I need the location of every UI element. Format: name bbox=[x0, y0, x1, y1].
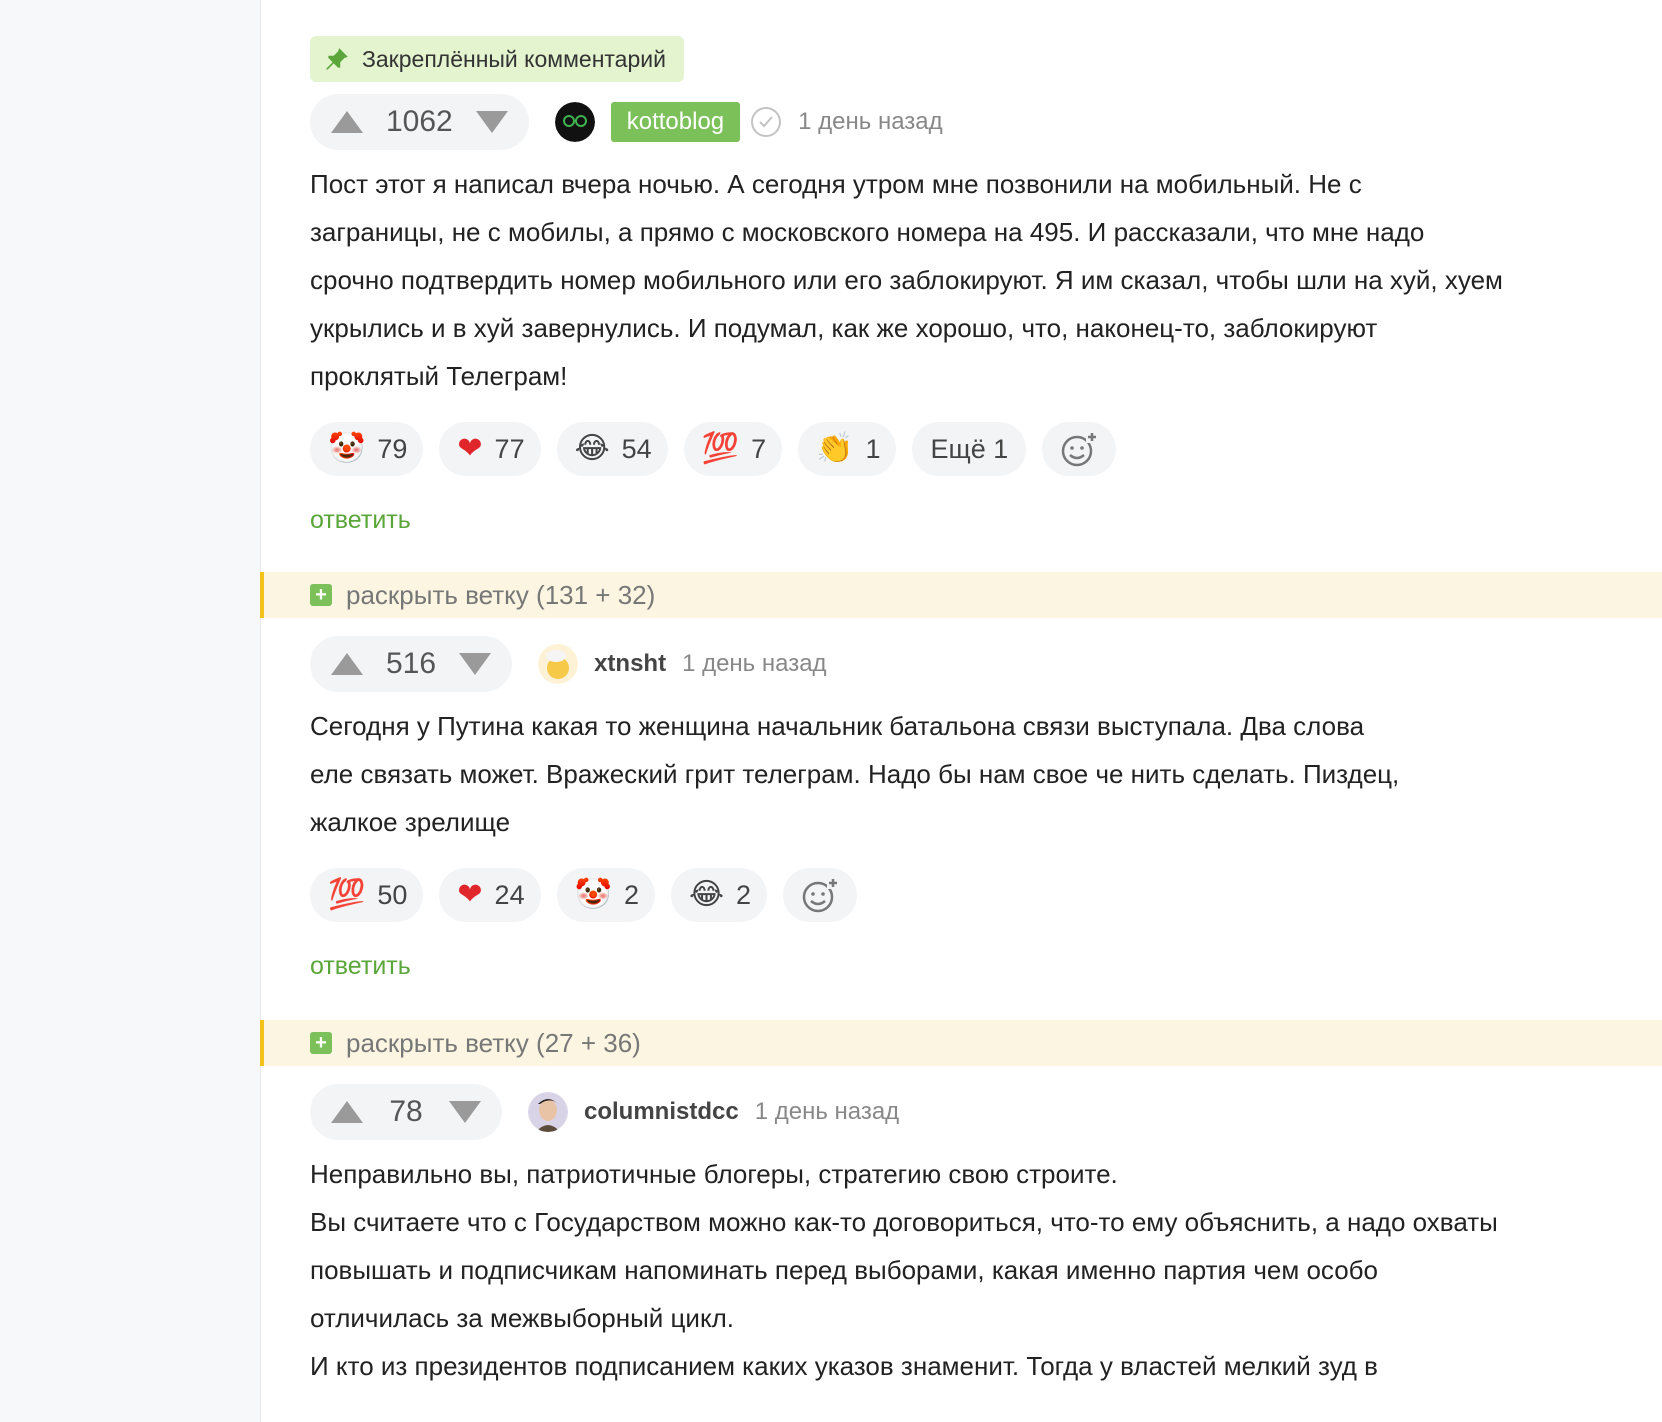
avatar[interactable] bbox=[554, 102, 595, 142]
reaction-count: 79 bbox=[377, 433, 408, 464]
expand-branch-button[interactable]: + раскрыть ветку (27 + 36) bbox=[260, 1020, 1662, 1066]
vote-widget: 78 bbox=[310, 1084, 502, 1140]
comment-score: 78 bbox=[389, 1095, 423, 1128]
expand-branch-button[interactable]: + раскрыть ветку (131 + 32) bbox=[260, 572, 1662, 618]
comment-time[interactable]: 1 день назад bbox=[755, 1098, 899, 1126]
comment-text: Сегодня у Путина какая то женщина началь… bbox=[310, 711, 1400, 837]
pin-icon bbox=[326, 48, 348, 70]
add-reaction-icon bbox=[802, 877, 840, 913]
reaction-count: 54 bbox=[621, 433, 652, 464]
expand-branch-label: раскрыть ветку (131 + 32) bbox=[346, 579, 656, 610]
comment-text: Пост этот я написал вчера ночью. А сегод… bbox=[310, 169, 1503, 391]
add-reaction-button[interactable] bbox=[783, 868, 858, 922]
comment-time[interactable]: 1 день назад bbox=[798, 108, 942, 136]
plus-icon: + bbox=[310, 1032, 332, 1054]
reply-link[interactable]: ответить bbox=[310, 506, 1630, 535]
reaction-count: 1 bbox=[865, 433, 881, 464]
reactions-bar: 🤡 79 ❤ 77 😂 54 💯 7 👏 1 Ещё 1 bbox=[310, 422, 1630, 476]
verified-check-icon bbox=[751, 107, 782, 137]
reaction-heart[interactable]: ❤ 24 bbox=[439, 868, 541, 922]
downvote-arrow-icon[interactable] bbox=[473, 108, 511, 136]
author-username[interactable]: kottoblog bbox=[610, 102, 741, 142]
reaction-clown[interactable]: 🤡 79 bbox=[310, 422, 424, 476]
reaction-count: 2 bbox=[736, 879, 752, 910]
downvote-arrow-icon[interactable] bbox=[456, 650, 494, 678]
reaction-heart[interactable]: ❤ 77 bbox=[439, 422, 541, 476]
hundred-points-icon: 💯 bbox=[328, 877, 366, 912]
reaction-laughing[interactable]: 😂 2 bbox=[670, 868, 768, 922]
comment-time[interactable]: 1 день назад bbox=[682, 650, 826, 678]
reaction-count: 7 bbox=[751, 433, 767, 464]
upvote-arrow-icon[interactable] bbox=[328, 108, 366, 136]
add-reaction-icon bbox=[1062, 431, 1099, 467]
reaction-hundred[interactable]: 💯 7 bbox=[683, 422, 783, 476]
reaction-count: 77 bbox=[494, 433, 525, 464]
reaction-count: 50 bbox=[377, 879, 408, 910]
comment-header: 78 columnistdcc 1 день назад bbox=[310, 1084, 1630, 1140]
plus-icon: + bbox=[310, 584, 332, 606]
upvote-arrow-icon[interactable] bbox=[328, 650, 366, 678]
laughing-face-icon: 😂 bbox=[574, 431, 610, 466]
hundred-points-icon: 💯 bbox=[701, 431, 740, 466]
more-reactions-button[interactable]: Ещё 1 bbox=[912, 422, 1027, 476]
add-reaction-button[interactable] bbox=[1042, 422, 1117, 476]
laughing-face-icon: 😂 bbox=[688, 877, 725, 912]
comment: 78 columnistdcc 1 день назад Неправильно… bbox=[310, 1084, 1630, 1390]
comment-score: 516 bbox=[386, 647, 437, 680]
pinned-comment-badge: Закреплённый комментарий bbox=[310, 36, 684, 82]
comment-text: Неправильно вы, патриотичные блогеры, ст… bbox=[310, 1159, 1498, 1381]
red-heart-icon: ❤ bbox=[457, 431, 483, 466]
avatar[interactable] bbox=[538, 644, 579, 684]
avatar[interactable] bbox=[528, 1092, 568, 1132]
upvote-arrow-icon[interactable] bbox=[328, 1098, 366, 1126]
comment-header: 1062 kottoblog 1 день назад bbox=[310, 94, 1630, 150]
expand-branch-label: раскрыть ветку (27 + 36) bbox=[346, 1027, 641, 1058]
reaction-count: 24 bbox=[494, 879, 525, 910]
clapping-hands-icon: 👏 bbox=[816, 431, 854, 466]
comment: 1062 kottoblog 1 день назад Пост этот я … bbox=[310, 94, 1630, 535]
red-heart-icon: ❤ bbox=[457, 877, 483, 912]
comment: 516 xtnsht 1 день назад Сегодня у Путина… bbox=[310, 636, 1630, 981]
reaction-hundred[interactable]: 💯 50 bbox=[310, 868, 424, 922]
clown-face-icon: 🤡 bbox=[328, 431, 366, 466]
reaction-clap[interactable]: 👏 1 bbox=[798, 422, 897, 476]
comment-score: 1062 bbox=[386, 105, 453, 138]
author-username[interactable]: columnistdcc bbox=[584, 1098, 739, 1126]
reactions-bar: 💯 50 ❤ 24 🤡 2 😂 2 bbox=[310, 868, 1630, 922]
pinned-label: Закреплённый комментарий bbox=[362, 45, 666, 72]
author-username[interactable]: xtnsht bbox=[594, 650, 666, 678]
reaction-count: 2 bbox=[623, 879, 639, 910]
reply-link[interactable]: ответить bbox=[310, 952, 1630, 981]
reaction-clown[interactable]: 🤡 2 bbox=[556, 868, 655, 922]
comment-header: 516 xtnsht 1 день назад bbox=[310, 636, 1630, 692]
reaction-laughing[interactable]: 😂 54 bbox=[556, 422, 668, 476]
clown-face-icon: 🤡 bbox=[574, 877, 612, 912]
vote-widget: 1062 bbox=[310, 94, 529, 150]
vote-widget: 516 bbox=[310, 636, 513, 692]
left-sidebar bbox=[0, 0, 261, 1422]
downvote-arrow-icon[interactable] bbox=[446, 1098, 484, 1126]
